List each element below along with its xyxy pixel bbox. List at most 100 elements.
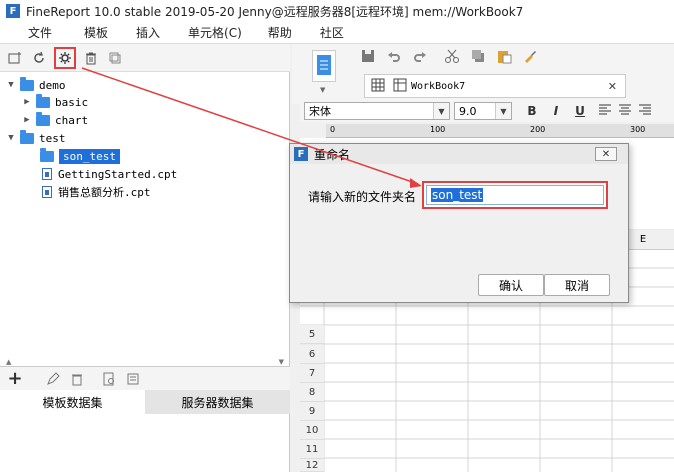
tab-workbook[interactable]: WorkBook7 ✕	[364, 74, 626, 98]
row-header[interactable]: 10	[300, 421, 324, 440]
tree-item-son-test[interactable]: son_test	[40, 147, 120, 165]
bold-button[interactable]: B	[522, 104, 542, 118]
tree-item-test[interactable]: ▼ test	[6, 129, 66, 147]
format-painter-icon[interactable]	[522, 48, 538, 68]
row-header[interactable]: 6	[300, 345, 324, 364]
dialog-title-bar[interactable]: F 重命名	[290, 144, 628, 164]
font-value: 宋体	[309, 105, 331, 118]
font-select[interactable]: 宋体 ▼	[304, 102, 450, 120]
tree-item-label: 销售总额分析.cpt	[58, 186, 151, 199]
tree-item-label: son_test	[59, 148, 120, 164]
template-toolbar	[0, 44, 290, 72]
menu-template[interactable]: 模板	[84, 24, 108, 41]
edit-tools	[360, 48, 538, 68]
format-bar: 宋体 ▼ 9.0 ▼ B I U	[300, 100, 674, 122]
tree-item-basic[interactable]: ▶ basic	[22, 93, 88, 111]
menu-file[interactable]: 文件	[28, 24, 52, 41]
underline-button[interactable]: U	[570, 104, 590, 118]
menu-insert[interactable]: 插入	[136, 24, 160, 41]
close-icon[interactable]: ✕	[595, 147, 617, 161]
tab-template-dataset[interactable]: 模板数据集	[0, 390, 145, 414]
font-size-value: 9.0	[459, 104, 477, 118]
folder-name-input[interactable]: son_test	[426, 185, 604, 205]
ruler-label: 0	[330, 125, 336, 134]
ruler-label: 200	[530, 125, 546, 134]
grid-icon	[371, 78, 385, 95]
menu-bar: 文件 模板 插入 单元格(C) 帮助 社区	[0, 22, 674, 44]
dropdown-arrow-icon[interactable]: ▼	[320, 86, 325, 94]
save-icon[interactable]	[360, 48, 376, 68]
report-file-icon	[42, 186, 52, 198]
font-size-select[interactable]: 9.0 ▼	[454, 102, 512, 120]
folder-icon	[36, 111, 50, 126]
align-right-icon[interactable]	[638, 104, 652, 119]
ruler-label: 100	[430, 125, 446, 134]
chevron-down-icon[interactable]: ▼	[495, 103, 511, 119]
add-icon[interactable]: +	[6, 368, 24, 389]
preview-icon[interactable]	[100, 370, 118, 388]
collapse-arrow-icon[interactable]: ▶	[22, 97, 32, 107]
dataset-tabs: 模板数据集 服务器数据集	[0, 390, 290, 414]
workbook-icon	[393, 78, 407, 95]
menu-cell[interactable]: 单元格(C)	[188, 24, 242, 41]
menu-help[interactable]: 帮助	[268, 24, 292, 41]
dataset-toolbar: +	[0, 366, 290, 390]
tree-item-label: chart	[55, 113, 89, 127]
row-header[interactable]: 12	[300, 459, 324, 472]
folder-icon	[40, 147, 54, 162]
ruler: 0 100 200 300	[326, 124, 674, 138]
ruler-label: 300	[630, 125, 646, 134]
tree-item-label: demo	[39, 78, 66, 92]
confirm-button[interactable]: 确认	[478, 274, 544, 296]
redo-icon[interactable]	[412, 48, 428, 68]
row-header[interactable]: 9	[300, 402, 324, 421]
tree-item-label: test	[39, 131, 66, 145]
align-left-icon[interactable]	[598, 104, 612, 119]
folder-icon	[36, 93, 50, 108]
align-center-icon[interactable]	[618, 104, 632, 119]
close-tab-icon[interactable]: ✕	[608, 80, 617, 93]
title-bar: F FineReport 10.0 stable 2019-05-20 Jenn…	[0, 0, 674, 22]
refresh-icon[interactable]	[30, 49, 48, 67]
tree-item-sales-analysis[interactable]: 销售总额分析.cpt	[42, 183, 151, 201]
italic-button[interactable]: I	[546, 104, 566, 118]
tree-item-gettingstarted[interactable]: GettingStarted.cpt	[42, 165, 177, 183]
template-icon[interactable]	[312, 50, 336, 82]
tree-item-chart[interactable]: ▶ chart	[22, 111, 88, 129]
tree-item-demo[interactable]: ▼ demo	[6, 76, 66, 94]
delete-icon[interactable]	[82, 49, 100, 67]
splitter[interactable]: ▲ ▼	[0, 358, 290, 366]
tree-item-label: basic	[55, 95, 89, 109]
rename-gear-icon[interactable]	[54, 46, 76, 69]
chevron-down-icon[interactable]: ▼	[433, 103, 449, 119]
dataset-icon[interactable]	[124, 370, 142, 388]
splitter-down-icon[interactable]: ▼	[279, 358, 284, 366]
tree-item-label: GettingStarted.cpt	[58, 167, 178, 181]
tab-server-dataset[interactable]: 服务器数据集	[145, 390, 290, 414]
paste-icon[interactable]	[496, 48, 512, 68]
new-folder-icon[interactable]	[6, 49, 24, 67]
copy-icon[interactable]	[106, 49, 124, 67]
undo-icon[interactable]	[386, 48, 402, 68]
folder-icon	[20, 76, 34, 91]
folder-icon	[20, 129, 34, 144]
window-title: FineReport 10.0 stable 2019-05-20 Jenny@…	[26, 4, 524, 19]
copy-icon[interactable]	[470, 48, 486, 68]
cancel-button[interactable]: 取消	[544, 274, 610, 296]
splitter-up-icon[interactable]: ▲	[6, 358, 11, 366]
row-header[interactable]: 8	[300, 383, 324, 402]
edit-icon[interactable]	[44, 370, 62, 388]
tab-label: WorkBook7	[411, 80, 466, 92]
expand-arrow-icon[interactable]: ▼	[6, 133, 16, 143]
dialog-prompt: 请输入新的文件夹名	[308, 190, 417, 204]
folder-name-value: son_test	[431, 188, 484, 202]
row-header[interactable]: 11	[300, 440, 324, 459]
menu-community[interactable]: 社区	[320, 24, 344, 41]
row-header[interactable]: 5	[300, 325, 324, 344]
app-logo-icon: F	[6, 4, 20, 18]
collapse-arrow-icon[interactable]: ▶	[22, 115, 32, 125]
expand-arrow-icon[interactable]: ▼	[6, 80, 16, 90]
cut-icon[interactable]	[444, 48, 460, 68]
row-header[interactable]: 7	[300, 364, 324, 383]
delete-icon[interactable]	[68, 370, 86, 388]
